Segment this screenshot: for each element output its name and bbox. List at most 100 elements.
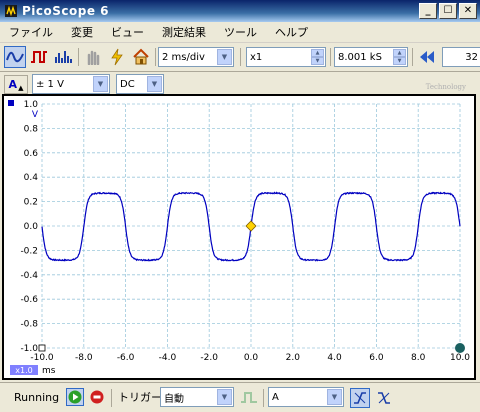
scope-mode-icon (6, 51, 24, 63)
channel-a-button[interactable]: A ▲ (4, 75, 28, 94)
y-tick-label: -0.8 (20, 320, 38, 330)
rising-edge-icon (354, 392, 366, 404)
rising-edge-button[interactable] (350, 388, 370, 408)
menu-measurements[interactable]: 測定結果 (153, 24, 215, 40)
x-tick-label: -2.0 (200, 353, 218, 363)
y-tick-label: 1.0 (24, 100, 39, 110)
scope-view[interactable]: -10.0 -8.0 -6.0 -4.0 -2.0 0.0 2.0 4.0 6.0 8.0 10.0… (2, 94, 476, 380)
menu-file[interactable]: ファイル (0, 24, 62, 40)
close-icon[interactable]: ✕ (459, 3, 477, 19)
y-tick-label: 0.6 (24, 149, 39, 159)
home-button[interactable] (130, 46, 152, 68)
trigger-marker-icon (245, 220, 257, 232)
falling-edge-button[interactable] (374, 388, 394, 408)
coupling-select[interactable]: DC ▼ (116, 74, 164, 94)
sample-count-spin-arrows[interactable]: ▲ ▼ (393, 49, 406, 65)
zoom-spinner[interactable]: x1 ▲ ▼ (246, 47, 326, 67)
persistence-mode-icon (31, 51, 47, 63)
status-bar: Running トリガー 自動 ▼ A ▼ (0, 382, 480, 412)
home-icon (133, 48, 149, 65)
x-tick-label: 4.0 (327, 353, 342, 363)
scope-plot: -10.0 -8.0 -6.0 -4.0 -2.0 0.0 2.0 4.0 6.0 8.0 10.0… (8, 100, 470, 376)
y-tick-label: -0.4 (20, 271, 38, 281)
y-tick-label: -1.0 (20, 344, 38, 354)
y-tick-label: 0.4 (24, 173, 39, 183)
play-icon (68, 390, 82, 404)
y-tick-label: 0.0 (24, 222, 39, 232)
x-tick-label: 10.0 (450, 353, 470, 363)
chevron-down-icon[interactable]: ▼ (217, 49, 232, 65)
rewind-icon (420, 51, 434, 63)
spectrum-mode-button[interactable] (52, 46, 74, 68)
chevron-down-icon[interactable]: ▼ (327, 389, 342, 405)
capture-count-value: 32 (465, 51, 478, 63)
chevron-down-icon[interactable]: ▼ (93, 76, 108, 92)
sample-count-value: 8.001 kS (338, 51, 382, 63)
persistence-mode-button[interactable] (28, 46, 50, 68)
chevron-down-icon[interactable]: ▼ (147, 76, 162, 92)
x-axis-unit: ms (42, 366, 56, 376)
x-tick-label: 2.0 (286, 353, 301, 363)
sample-count-spinner[interactable]: 8.001 kS ▲ ▼ (334, 47, 408, 67)
title-bar: PicoScope 6 _ ☐ ✕ (0, 0, 480, 22)
zoom-value: x1 (250, 51, 263, 63)
x-tick-label: 6.0 (369, 353, 384, 363)
signal-generator-button[interactable] (106, 46, 128, 68)
coupling-value: DC (120, 78, 135, 90)
picoscope-app-icon (5, 5, 17, 17)
channel-toolbar: A ▲ ± 1 V ▼ DC ▼ (0, 72, 480, 94)
trigger-mode-value: 自動 (164, 393, 184, 405)
zoom-spin-arrows[interactable]: ▲ ▼ (311, 49, 324, 65)
tools-button[interactable] (82, 46, 104, 68)
advanced-trigger-button[interactable] (240, 389, 258, 407)
falling-edge-icon (378, 392, 390, 404)
ruler-handle-icon (455, 343, 465, 353)
y-tick-label: 0.2 (24, 198, 38, 208)
x-tick-label: -4.0 (159, 353, 177, 363)
x-tick-label: 8.0 (411, 353, 426, 363)
chevron-down-icon[interactable]: ▼ (217, 389, 232, 405)
stop-button[interactable] (88, 388, 106, 406)
probe-icon: ▲ (18, 83, 24, 92)
stop-icon (90, 390, 104, 404)
lightning-icon (111, 48, 123, 66)
x-zoom-label: x1.0 (15, 366, 32, 375)
menu-edit[interactable]: 変更 (62, 24, 102, 40)
range-value: ± 1 V (36, 78, 64, 90)
trigger-pulse-icon (241, 392, 257, 403)
menu-bar: ファイル 変更 ビュー 測定結果 ツール ヘルプ (0, 22, 480, 43)
minimize-icon[interactable]: _ (419, 3, 437, 19)
trigger-label: トリガー (118, 391, 162, 404)
rewind-button[interactable] (416, 46, 438, 68)
run-status: Running (14, 391, 60, 404)
y-tick-label: -0.6 (20, 295, 38, 305)
hand-tool-icon (87, 50, 100, 65)
timebase-value: 2 ms/div (162, 51, 205, 63)
start-button[interactable] (66, 388, 84, 406)
maximize-icon[interactable]: ☐ (439, 3, 457, 19)
watermark: Technology (425, 83, 466, 91)
range-select[interactable]: ± 1 V ▼ (32, 74, 110, 94)
x-tick-label: -8.0 (75, 353, 93, 363)
ruler-handle-icon (38, 344, 46, 352)
menu-help[interactable]: ヘルプ (266, 24, 317, 40)
scope-mode-button[interactable] (4, 46, 26, 68)
main-toolbar: 2 ms/div ▼ x1 ▲ ▼ 8.001 kS ▲ ▼ 32 (0, 43, 480, 72)
y-tick-label: 0.8 (24, 124, 39, 134)
spectrum-mode-icon (55, 51, 72, 63)
x-tick-label: -10.0 (30, 353, 54, 363)
trigger-channel-value: A (272, 391, 279, 403)
y-axis-unit: V (32, 110, 39, 120)
timebase-select[interactable]: 2 ms/div ▼ (158, 47, 234, 67)
trigger-channel-select[interactable]: A ▼ (268, 387, 344, 407)
capture-count-field[interactable]: 32 (442, 47, 480, 67)
channel-marker-icon (8, 100, 14, 106)
window-title: PicoScope 6 (22, 4, 110, 18)
y-tick-label: -0.2 (20, 246, 38, 256)
channel-label: A (8, 78, 18, 91)
trigger-mode-select[interactable]: 自動 ▼ (160, 387, 234, 407)
x-tick-label: 0.0 (244, 353, 259, 363)
menu-tools[interactable]: ツール (215, 24, 266, 40)
menu-view[interactable]: ビュー (102, 24, 153, 40)
x-tick-label: -6.0 (117, 353, 135, 363)
